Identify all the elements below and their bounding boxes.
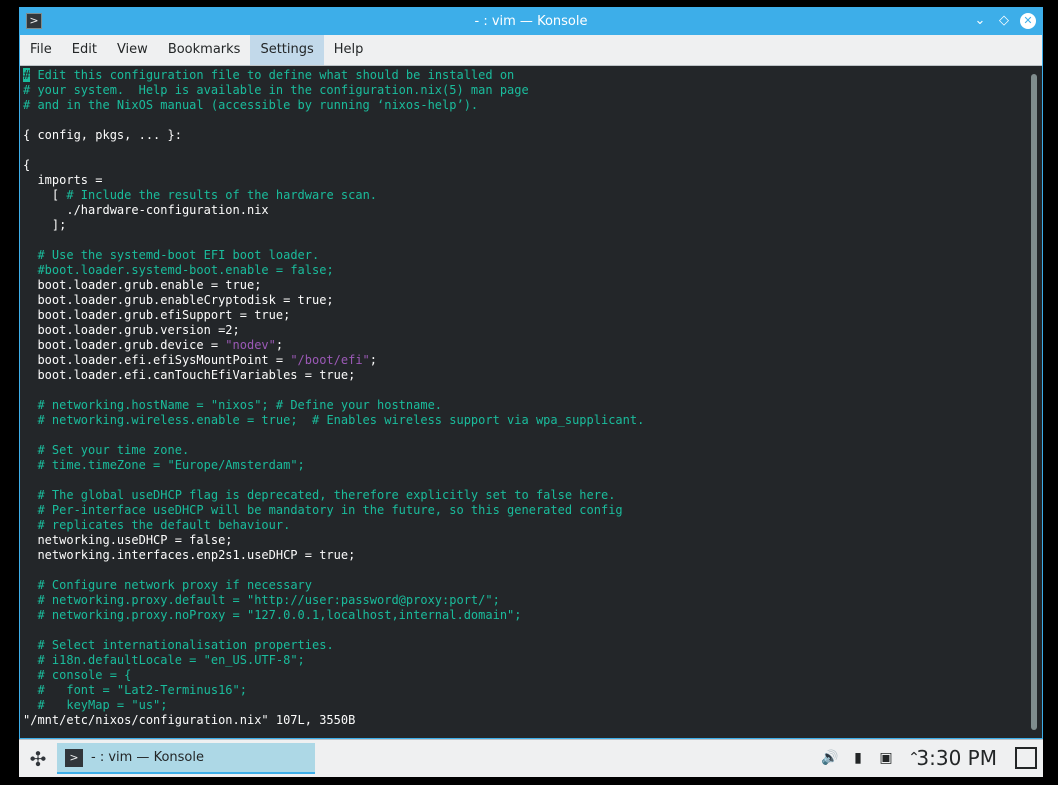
terminal-line: # Select internationalisation properties… [37,638,334,652]
terminal-line: ​ [23,623,1027,638]
terminal-line: # Per-interface useDHCP will be mandator… [37,503,623,517]
terminal-line: # your system. Help is available in the … [23,83,529,97]
task-konsole[interactable]: > - : vim — Konsole [57,743,315,774]
terminal-line: # The global useDHCP flag is deprecated,… [37,488,616,502]
terminal-line: ​ [23,383,1027,398]
menu-edit[interactable]: Edit [62,35,107,65]
menu-help[interactable]: Help [324,35,374,65]
menu-settings[interactable]: Settings [250,35,324,65]
terminal-line: # i18n.defaultLocale = "en_US.UTF-8"; [37,653,305,667]
usb-icon[interactable]: ▮ [849,749,867,767]
terminal-line: # networking.proxy.default = "http://use… [37,593,500,607]
scrollbar-thumb[interactable] [1031,74,1037,730]
terminal-line: # Configure network proxy if necessary [37,578,312,592]
terminal-line: ]; [23,218,67,232]
window-title: - : vim — Konsole [474,14,588,29]
terminal-line: boot.loader.grub.efiSupport = true; [23,308,291,322]
terminal-line: { [23,158,31,172]
terminal-line: # keyMap = "us"; [37,698,168,712]
terminal-line: [ # Include the results of the hardware … [23,188,378,202]
terminal-line: ​ [23,563,1027,578]
terminal-line: ​ [23,473,1027,488]
konsole-window: > - : vim — Konsole ⌄ ◇ ✕ File Edit View… [19,7,1043,739]
system-tray: 🔊 ▮ ▣ ⌃ [821,749,923,767]
terminal-line: ​ [23,113,1027,128]
application-launcher-icon[interactable]: ✣ [25,746,51,772]
vim-status-line: "/mnt/etc/nixos/configuration.nix" 107L,… [23,713,356,727]
terminal-line: ​ [23,428,1027,443]
menu-file[interactable]: File [20,35,62,65]
terminal-line: boot.loader.grub.version =2; [23,323,240,337]
terminal-line: # time.timeZone = "Europe/Amsterdam"; [37,458,305,472]
terminal-line: # networking.wireless.enable = true; # E… [37,413,645,427]
close-icon[interactable]: ✕ [1020,13,1036,29]
terminal-line: # replicates the default behaviour. [37,518,291,532]
terminal-line: # networking.hostName = "nixos"; # Defin… [37,398,443,412]
terminal-line: boot.loader.efi.canTouchEfiVariables = t… [23,368,356,382]
menu-view[interactable]: View [107,35,158,65]
terminal-line: # console = { [37,668,132,682]
terminal-line: boot.loader.grub.enable = true; [23,278,262,292]
volume-icon[interactable]: 🔊 [821,749,839,767]
terminal-line: ​ [23,143,1027,158]
menu-bar: File Edit View Bookmarks Settings Help [20,35,1042,66]
clock[interactable]: 3:30 PM [916,746,997,770]
terminal-line: networking.useDHCP = false; [23,533,233,547]
terminal-line: networking.interfaces.enp2s1.useDHCP = t… [23,548,356,562]
terminal-line: # Edit this configuration file to define… [23,68,515,82]
terminal-line: boot.loader.grub.enableCryptodisk = true… [23,293,334,307]
terminal-line: # Set your time zone. [37,443,190,457]
terminal-line: # and in the NixOS manual (accessible by… [23,98,479,112]
menu-bookmarks[interactable]: Bookmarks [158,35,251,65]
title-bar[interactable]: > - : vim — Konsole ⌄ ◇ ✕ [20,8,1042,35]
terminal-line: # font = "Lat2-Terminus16"; [37,683,247,697]
task-label: - : vim — Konsole [91,750,204,765]
minimize-icon[interactable]: ⌄ [972,13,988,29]
network-icon[interactable]: ▣ [877,749,895,767]
konsole-task-icon: > [65,748,83,767]
terminal-line: ​ [23,233,1027,248]
terminal-line: ./hardware-configuration.nix [23,203,269,217]
taskbar: ✣ > - : vim — Konsole 🔊 ▮ ▣ ⌃ 3:30 PM [19,739,1043,777]
terminal-line: # networking.proxy.noProxy = "127.0.0.1,… [37,608,522,622]
terminal-line: boot.loader.grub.device = "nodev"; [23,338,284,352]
terminal-line: boot.loader.efi.efiSysMountPoint = "/boo… [23,353,378,367]
terminal-line: imports = [23,173,103,187]
terminal-line: { config, pkgs, ... }: [23,128,182,142]
terminal-line: #boot.loader.systemd-boot.enable = false… [37,263,334,277]
terminal-scrollbar[interactable] [1026,66,1042,738]
terminal-line: # Use the systemd-boot EFI boot loader. [37,248,320,262]
terminal-view[interactable]: # Edit this configuration file to define… [20,66,1027,738]
maximize-icon[interactable]: ◇ [996,13,1012,29]
show-desktop-icon[interactable] [1015,747,1037,769]
